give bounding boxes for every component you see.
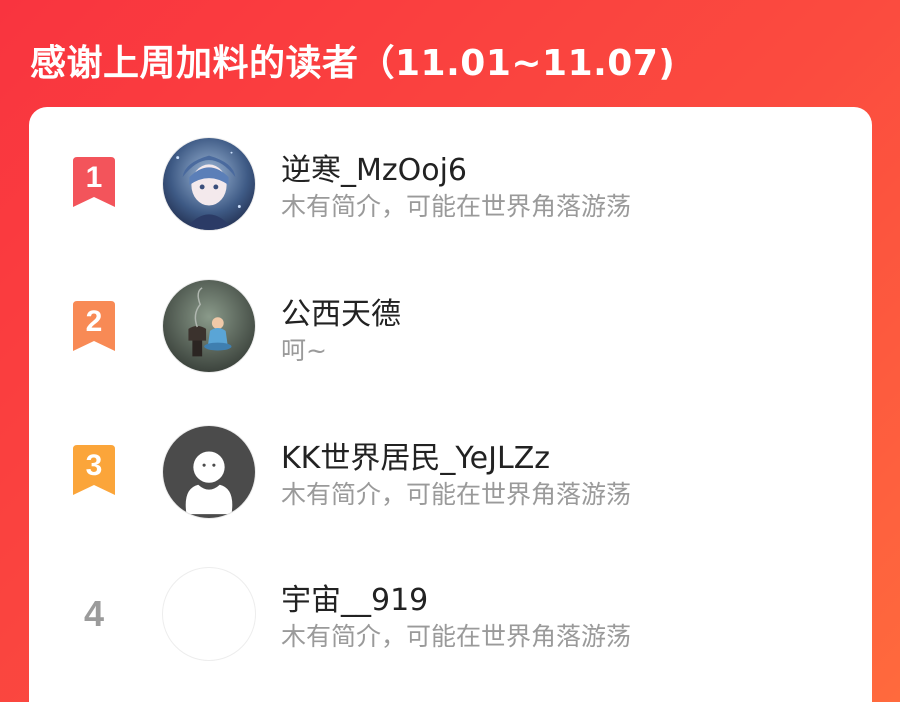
rank-number: 3 [85,449,103,482]
reader-name[interactable]: 公西天德 [281,289,401,333]
avatar[interactable] [162,137,256,231]
reader-row[interactable]: 2 公西天德 呵~ [29,279,872,399]
reader-name[interactable]: 逆寒_MzOoj6 [281,145,467,189]
reader-list-card: 1 逆寒_MzOoj6 木有简介，可能在世界角落游荡 2 公西天德 呵~ 3 K… [29,107,872,702]
reader-bio: 呵~ [281,336,327,365]
avatar[interactable] [162,567,256,661]
reader-row[interactable]: 4 宇宙__919 木有简介，可能在世界角落游荡 [29,567,872,687]
avatar[interactable] [162,425,256,519]
reader-name[interactable]: 宇宙__919 [281,575,428,619]
reader-bio: 木有简介，可能在世界角落游荡 [281,622,632,651]
page-title: 感谢上周加料的读者（11.01~11.07) [30,43,676,84]
avatar[interactable] [162,279,256,373]
rank-number: 4 [83,593,105,634]
rank-number: 2 [85,305,103,338]
reader-bio: 木有简介，可能在世界角落游荡 [281,480,632,509]
reader-row[interactable]: 1 逆寒_MzOoj6 木有简介，可能在世界角落游荡 [29,137,872,257]
reader-row[interactable]: 3 KK世界居民_YeJLZz 木有简介，可能在世界角落游荡 [29,425,872,545]
rank-number: 1 [85,161,103,194]
reader-bio: 木有简介，可能在世界角落游荡 [281,192,632,221]
reader-name[interactable]: KK世界居民_YeJLZz [281,433,550,477]
